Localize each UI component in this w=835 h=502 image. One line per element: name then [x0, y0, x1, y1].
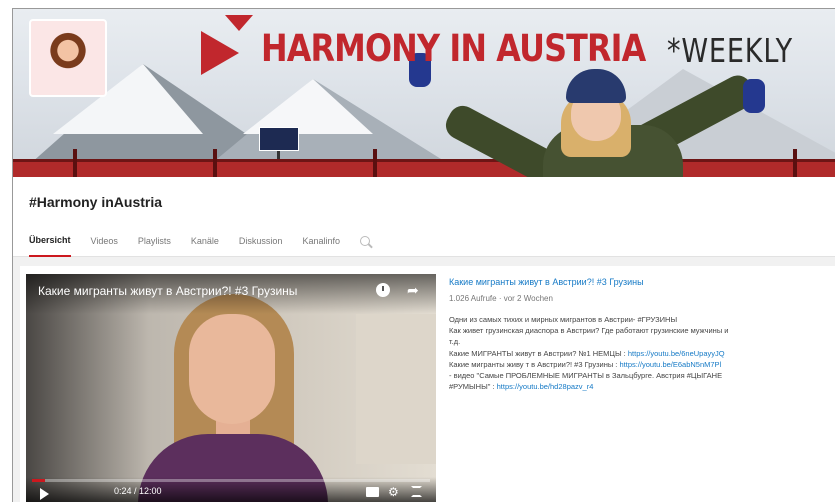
video-title-link[interactable]: Какие мигранты живут в Австрии?! #3 Груз… — [449, 276, 831, 289]
description-line: - видео "Самые ПРОБЛЕМНЫЕ МИГРАНТЫ в Зал… — [449, 371, 723, 381]
banner-title: HARMONY IN AUSTRIA — [261, 27, 646, 70]
description-line: #РУМЫНЫ" : https://youtu.be/hd28pazv_r4 — [449, 381, 831, 392]
banner-railing-post — [793, 149, 797, 177]
description-line: т.д. — [449, 337, 461, 347]
tab-channels[interactable]: Kanäle — [191, 236, 219, 256]
banner-snow — [243, 79, 373, 134]
banner-person-hat — [566, 69, 626, 103]
channel-name: #Harmony inAustria — [29, 194, 163, 210]
description-text: Какие МИГРАНТЫ живут в Австрии? №1 НЕМЦЫ… — [449, 348, 626, 358]
tab-videos[interactable]: Videos — [91, 236, 118, 256]
gear-icon[interactable]: ⚙ — [388, 485, 399, 499]
description-text: #РУМЫНЫ" : — [449, 382, 495, 392]
tab-discussion[interactable]: Diskussion — [239, 236, 283, 256]
video-player[interactable]: Какие мигранты живут в Австрии?! #3 Груз… — [26, 274, 436, 502]
description-line: Какие мигранты живу т в Австрии?! #3 Гру… — [449, 359, 831, 370]
search-icon[interactable] — [359, 236, 370, 246]
description-text: Какие мигранты живу т в Австрии?! #3 Гру… — [449, 359, 618, 369]
channel-banner: HARMONY IN AUSTRIA *WEEKLY — [13, 9, 835, 177]
video-time: 0:24 / 12:00 — [114, 486, 162, 496]
channel-page: HARMONY IN AUSTRIA *WEEKLY #Harmony inAu… — [12, 8, 835, 502]
video-background-wall — [356, 314, 436, 464]
banner-person — [409, 53, 773, 177]
fullscreen-icon[interactable] — [411, 486, 422, 497]
tab-playlists[interactable]: Playlists — [138, 236, 171, 256]
banner-railing-post — [373, 149, 377, 177]
description-line: Одни из самых тихих и мирных мигрантов в… — [449, 315, 678, 324]
share-icon[interactable]: ➦ — [407, 282, 419, 299]
banner-logo-icon — [225, 15, 253, 31]
tab-overview[interactable]: Übersicht — [29, 235, 71, 257]
channel-tabs: Übersicht Videos Playlists Kanäle Diskus… — [29, 235, 370, 257]
channel-avatar[interactable] — [29, 19, 107, 97]
banner-sign — [259, 127, 299, 151]
channel-header: #Harmony inAustria Übersicht Videos Play… — [13, 177, 835, 257]
watch-later-icon[interactable] — [376, 283, 390, 297]
banner-person-glove — [743, 79, 765, 113]
video-progress-fill — [32, 479, 46, 482]
banner-railing-post — [73, 149, 77, 177]
play-icon[interactable] — [40, 488, 49, 500]
main-content: Какие мигранты живут в Австрии?! #3 Груз… — [13, 258, 835, 502]
video-overlay-title[interactable]: Какие мигранты живут в Австрии?! #3 Груз… — [38, 284, 297, 298]
featured-video-card: Какие мигранты живут в Австрии?! #3 Груз… — [20, 266, 835, 502]
description-line: Какие МИГРАНТЫ живут в Австрии? №1 НЕМЦЫ… — [449, 348, 831, 359]
video-progress-bar[interactable] — [32, 479, 430, 482]
subtitles-icon[interactable] — [366, 487, 379, 497]
video-info: Какие мигранты живут в Австрии?! #3 Груз… — [449, 276, 831, 392]
description-link[interactable]: https://youtu.be/6neUpayyJQ — [628, 349, 725, 358]
banner-logo-icon — [201, 31, 239, 75]
description-link[interactable]: https://youtu.be/hd28pazv_r4 — [497, 382, 594, 391]
banner-weekly-label: *WEEKLY — [667, 31, 793, 70]
description-line: Как живет грузинская диаспора в Австрии?… — [449, 326, 729, 336]
tab-about[interactable]: Kanalinfo — [302, 236, 340, 256]
video-person-face — [189, 314, 275, 424]
video-description: Одни из самых тихих и мирных мигрантов в… — [449, 314, 831, 392]
video-meta: 1.026 Aufrufe · vor 2 Wochen — [449, 294, 553, 303]
banner-railing-post — [213, 149, 217, 177]
description-link[interactable]: https://youtu.be/E6abN5nM7Pl — [620, 360, 722, 369]
